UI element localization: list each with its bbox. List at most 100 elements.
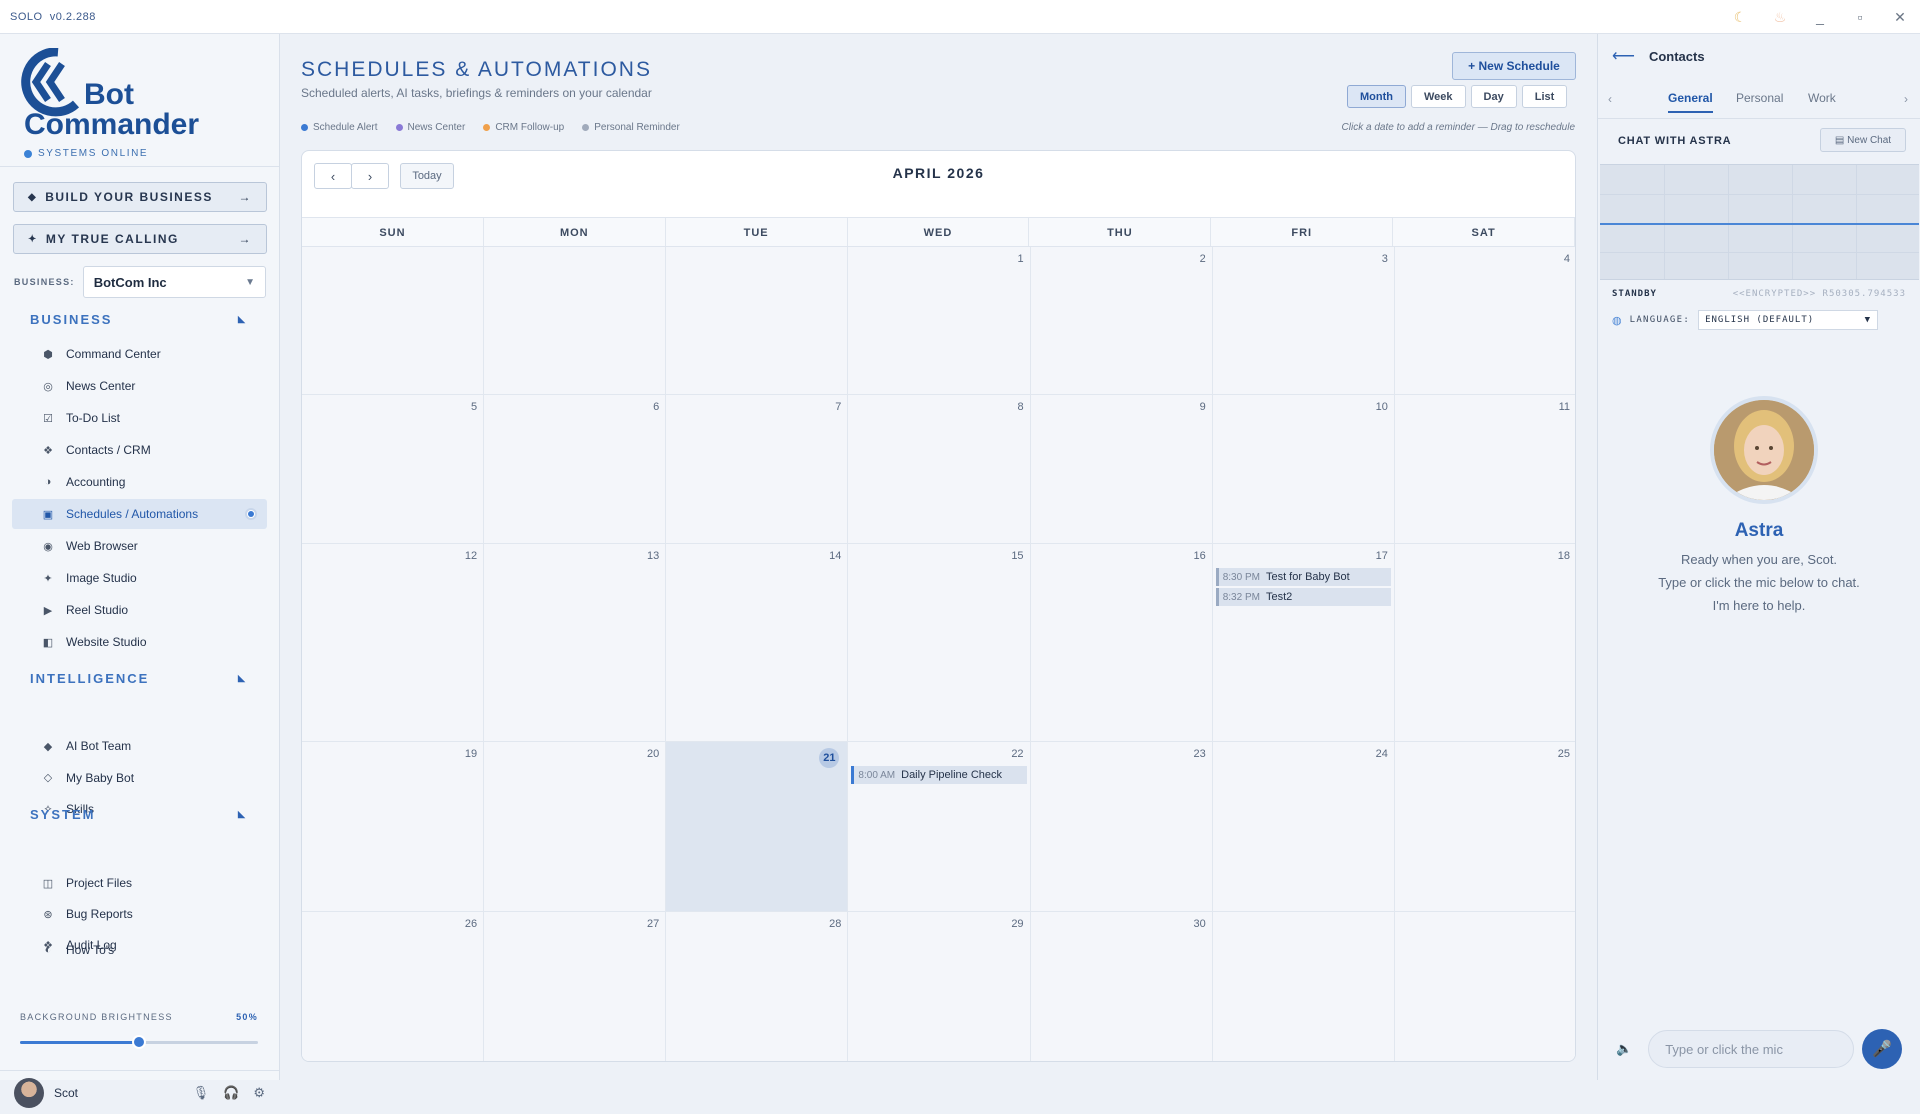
tab-work[interactable]: Work bbox=[1808, 91, 1836, 105]
day-number: 23 bbox=[1193, 748, 1206, 760]
day-cell-21[interactable]: 21 bbox=[666, 742, 849, 912]
chevron-left-icon[interactable]: ‹ bbox=[1608, 92, 1612, 106]
day-cell-29[interactable]: 29 bbox=[848, 912, 1031, 1061]
day-cell-1[interactable]: 1 bbox=[848, 247, 1031, 395]
arrow-right-icon: → bbox=[238, 232, 252, 246]
day-cell-3[interactable]: 3 bbox=[1212, 247, 1395, 395]
day-cell-20[interactable]: 20 bbox=[484, 742, 667, 912]
user-bar: Scot 🎙 🎧 ⚙ bbox=[0, 1070, 279, 1114]
view-day-button[interactable]: Day bbox=[1470, 85, 1517, 108]
day-number: 29 bbox=[1011, 918, 1024, 930]
weekday-sat: SAT bbox=[1393, 218, 1575, 246]
sidebar-item-web-browser[interactable]: ◉ Web Browser bbox=[12, 531, 267, 561]
brightness-slider[interactable] bbox=[20, 1035, 258, 1049]
day-cell-27[interactable]: 27 bbox=[484, 912, 667, 1061]
true-calling-button[interactable]: ✦ MY TRUE CALLING → bbox=[13, 224, 267, 254]
sidebar-item-command-center[interactable]: ⬢ Command Center bbox=[12, 339, 267, 369]
mic-button[interactable]: 🎤 bbox=[1862, 1029, 1903, 1069]
day-cell-4[interactable]: 4 bbox=[1394, 247, 1575, 395]
day-cell-8[interactable]: 8 bbox=[848, 395, 1031, 544]
day-cell-26[interactable]: 26 bbox=[302, 912, 485, 1061]
dropdown-arrow-icon: ▼ bbox=[245, 276, 255, 288]
section-system[interactable]: SYSTEM ◣ bbox=[30, 807, 245, 822]
speaker-icon[interactable]: 🔈 bbox=[1616, 1041, 1632, 1057]
view-week-button[interactable]: Week bbox=[1410, 85, 1466, 108]
day-cell-2[interactable]: 2 bbox=[1030, 247, 1213, 395]
sidebar-item-reel-studio[interactable]: ▶ Reel Studio bbox=[12, 595, 267, 625]
day-cell-25[interactable]: 25 bbox=[1394, 742, 1575, 912]
sidebar-divider bbox=[0, 166, 279, 167]
calendar-event[interactable]: 8:32 PM Test2 bbox=[1215, 588, 1391, 606]
minimize-icon[interactable]: _ bbox=[1800, 9, 1840, 25]
sidebar-item-website-studio[interactable]: ◧ Website Studio bbox=[12, 627, 267, 657]
day-cell-10[interactable]: 10 bbox=[1212, 395, 1395, 544]
bug-icon: ⊛ bbox=[43, 908, 53, 921]
gear-icon[interactable]: ⚙ bbox=[253, 1085, 265, 1101]
sidebar-item-image-studio[interactable]: ✦ Image Studio bbox=[12, 563, 267, 593]
new-chat-button[interactable]: ▤ New Chat bbox=[1820, 128, 1906, 152]
close-icon[interactable]: ✕ bbox=[1880, 9, 1920, 26]
day-cell-7[interactable]: 7 bbox=[666, 395, 849, 544]
day-cell-19[interactable]: 19 bbox=[302, 742, 485, 912]
calendar-event[interactable]: 8:30 PM Test for Baby Bot bbox=[1215, 568, 1391, 586]
day-cell-22[interactable]: 22 8:00 AM Daily Pipeline Check bbox=[848, 742, 1031, 912]
chevron-right-icon[interactable]: › bbox=[1904, 92, 1908, 106]
sidebar-item-contacts-crm[interactable]: ❖ Contacts / CRM bbox=[12, 435, 267, 465]
collapse-icon[interactable]: ◣ bbox=[238, 809, 247, 820]
day-number: 7 bbox=[835, 401, 842, 413]
day-cell-16[interactable]: 16 bbox=[1030, 544, 1213, 742]
day-cell-24[interactable]: 24 bbox=[1212, 742, 1395, 912]
sidebar-item-ai-bot-team[interactable]: ◆ AI Bot Team bbox=[12, 731, 267, 761]
nav-how-tos[interactable]: ◐ How To's bbox=[12, 935, 267, 965]
view-list-button[interactable]: List bbox=[1521, 85, 1568, 108]
day-number: 16 bbox=[1193, 550, 1206, 562]
section-business[interactable]: BUSINESS ◣ bbox=[30, 312, 245, 327]
tab-personal[interactable]: Personal bbox=[1736, 91, 1783, 105]
headphones-icon[interactable]: 🎧 bbox=[223, 1085, 239, 1101]
language-select[interactable]: ENGLISH (DEFAULT) ▼ bbox=[1698, 310, 1879, 330]
help-icon: ◐ bbox=[44, 944, 52, 956]
new-schedule-button[interactable]: + New Schedule bbox=[1452, 52, 1576, 80]
avatar[interactable] bbox=[14, 1077, 44, 1108]
sidebar-item-schedules-automations[interactable]: ▣ Schedules / Automations bbox=[12, 499, 267, 529]
calendar-event[interactable]: 8:00 AM Daily Pipeline Check bbox=[851, 766, 1027, 784]
tab-general[interactable]: General bbox=[1668, 91, 1713, 113]
back-arrow-icon[interactable]: ⟵ bbox=[1612, 46, 1635, 66]
chat-input[interactable] bbox=[1648, 1030, 1855, 1068]
day-cell-9[interactable]: 9 bbox=[1030, 395, 1213, 544]
sidebar-item-bug-reports[interactable]: ⊛ Bug Reports bbox=[12, 899, 267, 929]
collapse-icon[interactable]: ◣ bbox=[238, 673, 247, 684]
moon-icon[interactable]: ☾ bbox=[1720, 9, 1760, 26]
sidebar-item-to-do-list[interactable]: ☑ To-Do List bbox=[12, 403, 267, 433]
day-number: 22 bbox=[1011, 748, 1024, 760]
day-cell-23[interactable]: 23 bbox=[1030, 742, 1213, 912]
brightness-knob[interactable] bbox=[132, 1035, 146, 1049]
sidebar-item-my-baby-bot[interactable]: ◇ My Baby Bot bbox=[12, 763, 267, 793]
day-cell-28[interactable]: 28 bbox=[666, 912, 849, 1061]
calendar-hint: Click a date to add a reminder — Drag to… bbox=[1341, 122, 1575, 133]
flame-icon[interactable]: ♨ bbox=[1760, 9, 1800, 26]
day-cell-6[interactable]: 6 bbox=[484, 395, 667, 544]
day-cell-30[interactable]: 30 bbox=[1030, 912, 1213, 1061]
view-month-button[interactable]: Month bbox=[1347, 85, 1406, 108]
day-cell-13[interactable]: 13 bbox=[484, 544, 667, 742]
day-cell-17[interactable]: 17 8:30 PM Test for Baby Bot 8:32 PM Test2 bbox=[1212, 544, 1395, 742]
day-cell-18[interactable]: 18 bbox=[1394, 544, 1575, 742]
day-cell-5[interactable]: 5 bbox=[302, 395, 485, 544]
section-intelligence[interactable]: INTELLIGENCE ◣ bbox=[30, 671, 245, 686]
day-cell-11[interactable]: 11 bbox=[1394, 395, 1575, 544]
build-business-button[interactable]: ◆ BUILD YOUR BUSINESS → bbox=[13, 182, 267, 212]
microphone-icon[interactable]: 🎙 bbox=[193, 1085, 210, 1101]
sidebar-item-news-center[interactable]: ◎ News Center bbox=[12, 371, 267, 401]
day-cell-15[interactable]: 15 bbox=[848, 544, 1031, 742]
brand-logo: Bot Commander SYSTEMS ONLINE bbox=[18, 48, 218, 159]
day-cell-14[interactable]: 14 bbox=[666, 544, 849, 742]
day-cell-12[interactable]: 12 bbox=[302, 544, 485, 742]
arrow-right-icon: → bbox=[238, 190, 252, 204]
collapse-icon[interactable]: ◣ bbox=[238, 314, 247, 325]
sidebar-item-project-files[interactable]: ◫ Project Files bbox=[12, 868, 267, 898]
calendar: ‹ › Today APRIL 2026 SUN MON TUE WED THU FRI S… bbox=[301, 150, 1576, 1062]
business-select[interactable]: BotCom Inc ▼ bbox=[82, 266, 266, 298]
sidebar-item-accounting[interactable]: ◑ Accounting bbox=[12, 467, 267, 497]
maximize-icon[interactable]: ▫ bbox=[1840, 9, 1880, 25]
